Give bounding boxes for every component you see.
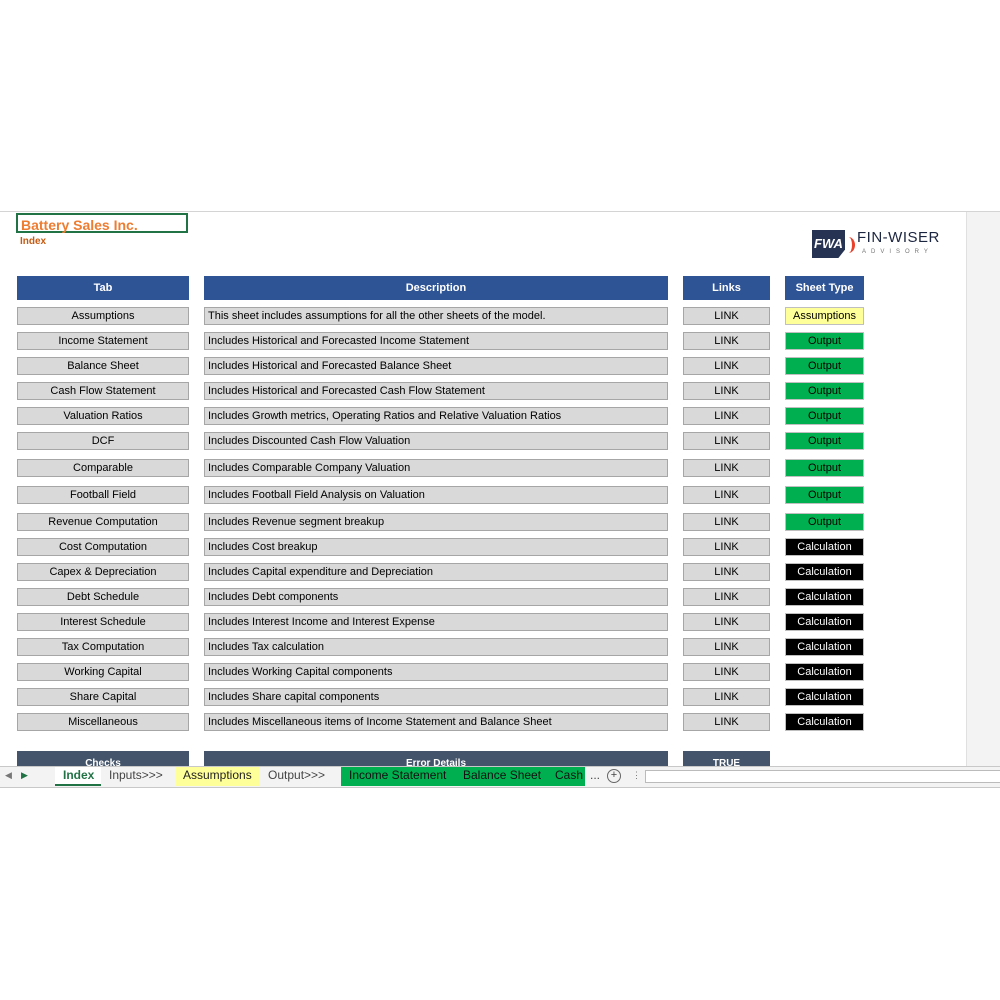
sheet-tab[interactable]: Output>>> (260, 767, 341, 786)
link-cell[interactable]: LINK (683, 638, 770, 656)
checks-status: TRUE (683, 751, 770, 767)
tab-name-cell[interactable]: Interest Schedule (17, 613, 189, 631)
company-logo: FWA FIN-WISER ADVISORY (812, 227, 952, 261)
logo-swoosh-icon (842, 237, 855, 253)
description-cell[interactable]: Includes Capital expenditure and Depreci… (204, 563, 668, 581)
column-header-links: Links (683, 276, 770, 300)
description-cell[interactable]: Includes Historical and Forecasted Balan… (204, 357, 668, 375)
description-cell[interactable]: Includes Cost breakup (204, 538, 668, 556)
link-cell[interactable]: LINK (683, 459, 770, 477)
sheet-type-badge[interactable]: Calculation (785, 663, 864, 681)
tab-name-cell[interactable]: DCF (17, 432, 189, 450)
horizontal-scrollbar[interactable] (645, 770, 1000, 783)
link-cell[interactable]: LINK (683, 563, 770, 581)
logo-tagline: ADVISORY (862, 249, 933, 255)
link-cell[interactable]: LINK (683, 332, 770, 350)
link-cell[interactable]: LINK (683, 713, 770, 731)
description-cell[interactable]: Includes Growth metrics, Operating Ratio… (204, 407, 668, 425)
link-cell[interactable]: LINK (683, 538, 770, 556)
tab-name-cell[interactable]: Debt Schedule (17, 588, 189, 606)
tab-name-cell[interactable]: Revenue Computation (17, 513, 189, 531)
scrollbar-divider-icon[interactable]: ⋮ (632, 770, 641, 781)
sheet-type-badge[interactable]: Calculation (785, 563, 864, 581)
tab-name-cell[interactable]: Cost Computation (17, 538, 189, 556)
sheet-type-badge[interactable]: Output (785, 357, 864, 375)
error-details-header: Error Details (204, 751, 668, 767)
logo-mark: FWA (812, 230, 845, 258)
sheet-tab[interactable]: Assumptions (175, 767, 260, 786)
link-cell[interactable]: LINK (683, 432, 770, 450)
tab-name-cell[interactable]: Miscellaneous (17, 713, 189, 731)
description-cell[interactable]: Includes Working Capital components (204, 663, 668, 681)
column-header-sheet-type: Sheet Type (785, 276, 864, 300)
tab-name-cell[interactable]: Cash Flow Statement (17, 382, 189, 400)
company-title[interactable]: Battery Sales Inc. (16, 213, 188, 233)
description-cell[interactable]: Includes Historical and Forecasted Incom… (204, 332, 668, 350)
sheet-type-badge[interactable]: Output (785, 459, 864, 477)
link-cell[interactable]: LINK (683, 588, 770, 606)
description-cell[interactable]: Includes Football Field Analysis on Valu… (204, 486, 668, 504)
description-cell[interactable]: Includes Comparable Company Valuation (204, 459, 668, 477)
link-cell[interactable]: LINK (683, 688, 770, 706)
tab-name-cell[interactable]: Balance Sheet (17, 357, 189, 375)
description-cell[interactable]: Includes Miscellaneous items of Income S… (204, 713, 668, 731)
sheet-type-badge[interactable]: Output (785, 513, 864, 531)
tab-name-cell[interactable]: Assumptions (17, 307, 189, 325)
link-cell[interactable]: LINK (683, 407, 770, 425)
worksheet: Battery Sales Inc. Index FWA FIN-WISER A… (0, 211, 1000, 789)
sheet-tab-bar: ◀ ▶ Index Inputs>>> Assumptions Output>>> In… (0, 766, 1000, 788)
checks-header: Checks (17, 751, 189, 767)
sheet-type-badge[interactable]: Output (785, 332, 864, 350)
sheet-type-badge[interactable]: Calculation (785, 713, 864, 731)
link-cell[interactable]: LINK (683, 486, 770, 504)
description-cell[interactable]: Includes Debt components (204, 588, 668, 606)
sheet-type-badge[interactable]: Output (785, 486, 864, 504)
sheet-type-badge[interactable]: Calculation (785, 688, 864, 706)
tab-name-cell[interactable]: Income Statement (17, 332, 189, 350)
tab-name-cell[interactable]: Comparable (17, 459, 189, 477)
scroll-left-icon[interactable]: ◀ (5, 770, 12, 781)
column-header-tab: Tab (17, 276, 189, 300)
sheet-tab[interactable]: Index (55, 767, 101, 786)
sheet-type-badge[interactable]: Output (785, 382, 864, 400)
description-cell[interactable]: Includes Tax calculation (204, 638, 668, 656)
link-cell[interactable]: LINK (683, 307, 770, 325)
page-subtitle: Index (20, 236, 47, 247)
add-sheet-icon[interactable]: + (607, 769, 621, 783)
link-cell[interactable]: LINK (683, 382, 770, 400)
more-tabs-button[interactable]: ... (586, 767, 604, 786)
description-cell[interactable]: This sheet includes assumptions for all … (204, 307, 668, 325)
sheet-tab[interactable]: Inputs>>> (101, 767, 175, 786)
link-cell[interactable]: LINK (683, 663, 770, 681)
sheet-type-badge[interactable]: Calculation (785, 538, 864, 556)
scroll-right-icon[interactable]: ▶ (21, 770, 28, 781)
tab-name-cell[interactable]: Share Capital (17, 688, 189, 706)
description-cell[interactable]: Includes Discounted Cash Flow Valuation (204, 432, 668, 450)
tab-name-cell[interactable]: Football Field (17, 486, 189, 504)
logo-name: FIN-WISER (857, 229, 940, 246)
sheet-type-badge[interactable]: Calculation (785, 613, 864, 631)
description-cell[interactable]: Includes Interest Income and Interest Ex… (204, 613, 668, 631)
sheet-tab[interactable]: Income Statement (341, 767, 455, 786)
description-cell[interactable]: Includes Revenue segment breakup (204, 513, 668, 531)
tab-name-cell[interactable]: Capex & Depreciation (17, 563, 189, 581)
sheet-tab[interactable]: Balance Sheet (455, 767, 547, 786)
column-header-description: Description (204, 276, 668, 300)
tab-name-cell[interactable]: Tax Computation (17, 638, 189, 656)
link-cell[interactable]: LINK (683, 357, 770, 375)
link-cell[interactable]: LINK (683, 513, 770, 531)
sheet-type-badge[interactable]: Assumptions (785, 307, 864, 325)
sheet-type-badge[interactable]: Output (785, 407, 864, 425)
sheet-tab[interactable]: Cash (547, 767, 585, 786)
description-cell[interactable]: Includes Share capital components (204, 688, 668, 706)
sheet-type-badge[interactable]: Calculation (785, 638, 864, 656)
tab-name-cell[interactable]: Working Capital (17, 663, 189, 681)
link-cell[interactable]: LINK (683, 613, 770, 631)
description-cell[interactable]: Includes Historical and Forecasted Cash … (204, 382, 668, 400)
tab-name-cell[interactable]: Valuation Ratios (17, 407, 189, 425)
sheet-type-badge[interactable]: Calculation (785, 588, 864, 606)
sheet-edge (966, 212, 1000, 767)
sheet-type-badge[interactable]: Output (785, 432, 864, 450)
